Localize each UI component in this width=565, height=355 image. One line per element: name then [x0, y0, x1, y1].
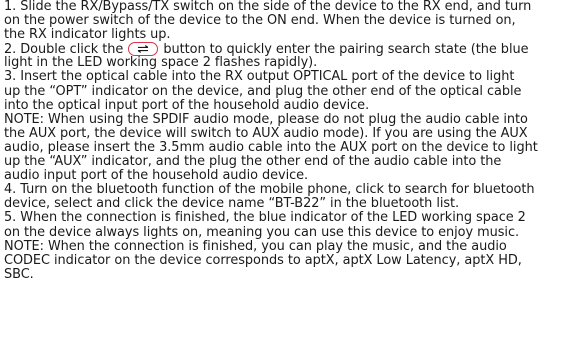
step-4-line-1: 4. Turn on the bluetooth function of the… — [4, 182, 535, 198]
instruction-document: 1. Slide the RX/Bypass/TX switch on the … — [4, 0, 562, 282]
step-3-line-2: up the “OPT” indicator on the device, an… — [4, 83, 522, 99]
note-1-line-5: audio input port of the household audio … — [4, 168, 309, 184]
note-1-line-3: audio, please insert the 3.5mm audio cab… — [4, 139, 538, 155]
note-1-line-1: NOTE: When using the SPDIF audio mode, p… — [4, 111, 528, 127]
note-1-line-4: up the “AUX” indicator, and the plug the… — [4, 154, 502, 170]
step-1-line-1: 1. Slide the RX/Bypass/TX switch on the … — [4, 0, 532, 14]
step-2-line-1: 2. Double click the button to quickly en… — [4, 42, 562, 57]
note-2-line-2: CODEC indicator on the device correspond… — [4, 252, 522, 268]
step-3-line-3: into the optical input port of the house… — [4, 97, 370, 113]
note-1-line-2: the AUX port, the device will switch to … — [4, 125, 528, 141]
step-5-line-1: 5. When the connection is finished, the … — [4, 210, 526, 226]
step-1-line-2: on the power switch of the device to the… — [4, 13, 516, 29]
step-5-line-2: on the device always lights on, meaning … — [4, 224, 520, 240]
step-1-line-3: the RX indicator lights up. — [4, 27, 171, 43]
step-2-line-2: light in the LED working space 2 flashes… — [4, 55, 318, 71]
step-3-line-1: 3. Insert the optical cable into the RX … — [4, 69, 515, 85]
note-2-line-1: NOTE: When the connection is finished, y… — [4, 238, 507, 254]
note-2-line-3: SBC. — [4, 266, 34, 282]
step-4-line-2: device, select and click the device name… — [4, 196, 460, 212]
pairing-button-icon — [128, 42, 159, 57]
